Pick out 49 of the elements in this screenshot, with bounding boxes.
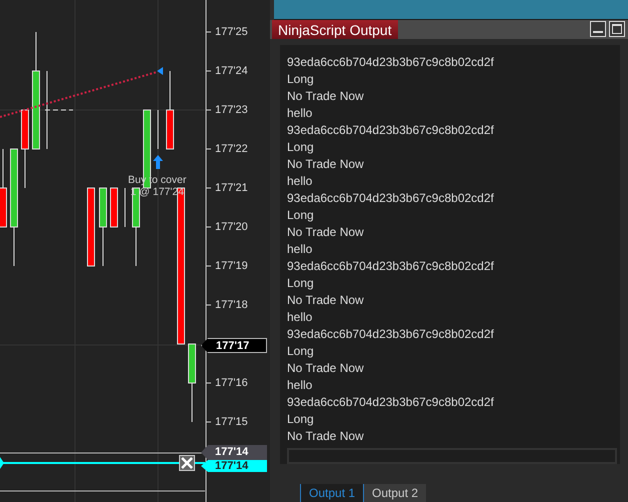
output-line: No Trade Now — [287, 428, 365, 445]
output-line: hello — [287, 173, 314, 190]
price-label: 177'15 — [215, 415, 248, 430]
output-line: hello — [287, 377, 314, 394]
output-line: No Trade Now — [287, 88, 365, 105]
output-line: Long — [287, 139, 315, 156]
price-label: 177'21 — [215, 181, 248, 196]
price-wick — [124, 188, 126, 228]
output-line: 93eda6cc6b704d23b3b67c9c8b02cd2f — [287, 54, 495, 71]
up-arrow-icon — [153, 155, 163, 169]
price-label: 177'22 — [215, 142, 248, 157]
output-line: Long — [287, 343, 315, 360]
output-line: 93eda6cc6b704d23b3b67c9c8b02cd2f — [287, 326, 495, 343]
output-tab[interactable]: Output 2 — [363, 484, 426, 502]
price-label: 177'25 — [215, 25, 248, 40]
output-line: 93eda6cc6b704d23b3b67c9c8b02cd2f — [287, 258, 495, 275]
output-line: Long — [287, 207, 315, 224]
price-label: 177'19 — [215, 259, 248, 274]
output-line: Long — [287, 71, 315, 88]
price-label: 177'23 — [215, 103, 248, 118]
order-price-label: 177'14 — [201, 445, 267, 460]
output-line: hello — [287, 105, 314, 122]
minimize-button[interactable] — [590, 21, 606, 38]
output-line: No Trade Now — [287, 224, 365, 241]
output-line: 93eda6cc6b704d23b3b67c9c8b02cd2f — [287, 122, 495, 139]
output-line: Long — [287, 275, 315, 292]
last-price-label: 177'17 — [201, 338, 267, 353]
output-line: 93eda6cc6b704d23b3b67c9c8b02cd2f — [287, 190, 495, 207]
price-label: 177'24 — [215, 64, 248, 79]
close-icon — [181, 457, 193, 469]
minimize-icon — [593, 31, 603, 34]
maximize-icon — [610, 22, 624, 36]
maximize-button[interactable] — [609, 21, 625, 38]
output-line: hello — [287, 241, 314, 258]
triangle-marker-icon — [157, 67, 163, 75]
price-label: 177'20 — [215, 220, 248, 235]
price-label: 177'18 — [215, 298, 248, 313]
stop-price-label: 177'14 — [201, 460, 267, 472]
output-line: Long — [287, 411, 315, 428]
window-title: NinjaScript Output — [272, 20, 398, 39]
output-line: hello — [287, 309, 314, 326]
price-label: 177'16 — [215, 376, 248, 391]
output-line: 93eda6cc6b704d23b3b67c9c8b02cd2f — [287, 394, 495, 411]
output-line: No Trade Now — [287, 360, 365, 377]
output-line: No Trade Now — [287, 292, 365, 309]
output-line: No Trade Now — [287, 156, 365, 173]
output-tab[interactable]: Output 1 — [300, 484, 364, 502]
candlestick — [110, 188, 118, 228]
close-order-button[interactable] — [179, 455, 195, 471]
